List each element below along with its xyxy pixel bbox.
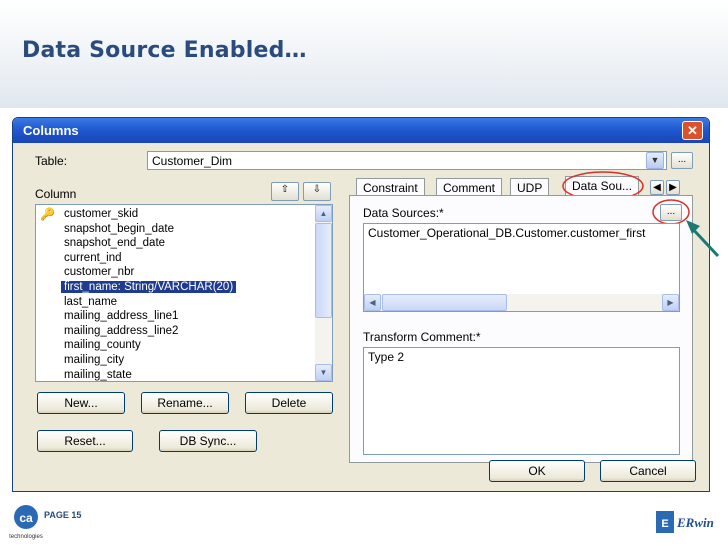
- db-sync-button[interactable]: DB Sync...: [159, 430, 257, 452]
- data-sources-field[interactable]: Customer_Operational_DB.Customer.custome…: [363, 223, 680, 312]
- cancel-button[interactable]: Cancel: [600, 460, 696, 482]
- list-item[interactable]: snapshot_begin_date: [36, 222, 332, 237]
- slide-title: Data Source Enabled…: [22, 38, 307, 63]
- key-icon: 🔑: [40, 207, 55, 221]
- close-icon[interactable]: ✕: [682, 121, 703, 140]
- svg-text:technologies: technologies: [9, 534, 43, 540]
- svg-text:ca: ca: [19, 511, 33, 525]
- list-item-label: first_name: String/VARCHAR(20): [61, 280, 237, 293]
- list-item-label: mailing_address_line2: [64, 324, 179, 337]
- column-list[interactable]: 🔑 customer_skid snapshot_begin_datesnapsh…: [35, 204, 333, 382]
- move-down-icon[interactable]: ⇩: [303, 182, 331, 201]
- list-item[interactable]: first_name: String/VARCHAR(20): [36, 280, 332, 295]
- scroll-down-icon[interactable]: ▼: [315, 364, 332, 381]
- dialog-titlebar[interactable]: Columns ✕: [13, 118, 709, 143]
- data-source-panel: Data Sources:* ... Customer_Operational_…: [349, 195, 693, 463]
- chevron-down-icon[interactable]: ▼: [646, 152, 664, 169]
- data-sources-hscroll[interactable]: ◀ ▶: [364, 294, 679, 311]
- list-item[interactable]: mailing_address_line1: [36, 309, 332, 324]
- list-item-label: customer_skid: [64, 208, 139, 220]
- list-item-label: mailing_state: [64, 368, 132, 381]
- column-list-scrollbar[interactable]: ▲ ▼: [315, 205, 332, 381]
- list-item-label: current_ind: [64, 251, 122, 264]
- rename-button[interactable]: Rename...: [141, 392, 229, 414]
- delete-button[interactable]: Delete: [245, 392, 333, 414]
- dialog-title: Columns: [23, 123, 79, 138]
- list-item[interactable]: mailing_address_line2: [36, 324, 332, 339]
- tab-scroll-left-icon[interactable]: ◀: [650, 180, 664, 195]
- columns-dialog: Columns ✕ Table: Customer_Dim ▼ ... Colu…: [12, 117, 710, 492]
- scroll-up-icon[interactable]: ▲: [315, 205, 332, 222]
- list-item-label: snapshot_begin_date: [64, 222, 174, 235]
- list-item[interactable]: snapshot_end_date: [36, 236, 332, 251]
- list-item[interactable]: customer_nbr: [36, 265, 332, 280]
- scroll-thumb[interactable]: [315, 223, 332, 318]
- pointer-arrow-icon: [686, 220, 720, 258]
- list-item-label: mailing_county: [64, 339, 141, 352]
- list-item[interactable]: customer_skid: [36, 207, 332, 222]
- table-combo-value: Customer_Dim: [152, 154, 233, 168]
- list-item-label: customer_nbr: [64, 266, 135, 279]
- list-item-label: mailing_address_line1: [64, 310, 179, 323]
- ca-logo: ca technologies: [9, 505, 43, 540]
- list-item[interactable]: mailing_county: [36, 338, 332, 353]
- scroll-left-icon[interactable]: ◀: [364, 294, 381, 311]
- column-label: Column: [35, 187, 77, 201]
- ok-button[interactable]: OK: [489, 460, 585, 482]
- transform-comment-field[interactable]: Type 2: [363, 347, 680, 455]
- hscroll-thumb[interactable]: [382, 294, 507, 311]
- data-sources-value: Customer_Operational_DB.Customer.custome…: [368, 226, 646, 240]
- list-item[interactable]: mailing_state: [36, 368, 332, 383]
- list-item-label: mailing_city: [64, 353, 125, 366]
- transform-comment-label: Transform Comment:*: [363, 330, 481, 344]
- list-item-label: last_name: [64, 295, 118, 308]
- list-item[interactable]: last_name: [36, 295, 332, 310]
- scroll-right-icon[interactable]: ▶: [662, 294, 679, 311]
- table-combo[interactable]: Customer_Dim: [147, 151, 667, 170]
- new-button[interactable]: New...: [37, 392, 125, 414]
- list-item-label: snapshot_end_date: [64, 237, 166, 250]
- list-item[interactable]: mailing_city: [36, 353, 332, 368]
- reset-button[interactable]: Reset...: [37, 430, 133, 452]
- svg-text:ERwin: ERwin: [676, 515, 714, 530]
- list-item[interactable]: current_ind: [36, 251, 332, 266]
- tab-scroll-right-icon[interactable]: ▶: [666, 180, 680, 195]
- transform-comment-value: Type 2: [368, 350, 405, 364]
- move-up-icon[interactable]: ⇧: [271, 182, 299, 201]
- data-sources-label: Data Sources:*: [363, 206, 444, 220]
- table-browse-button[interactable]: ...: [671, 152, 693, 169]
- erwin-logo: E ERwin: [656, 511, 714, 533]
- page-number: PAGE 15: [44, 510, 82, 520]
- svg-text:E: E: [661, 518, 668, 530]
- table-label: Table:: [35, 154, 68, 168]
